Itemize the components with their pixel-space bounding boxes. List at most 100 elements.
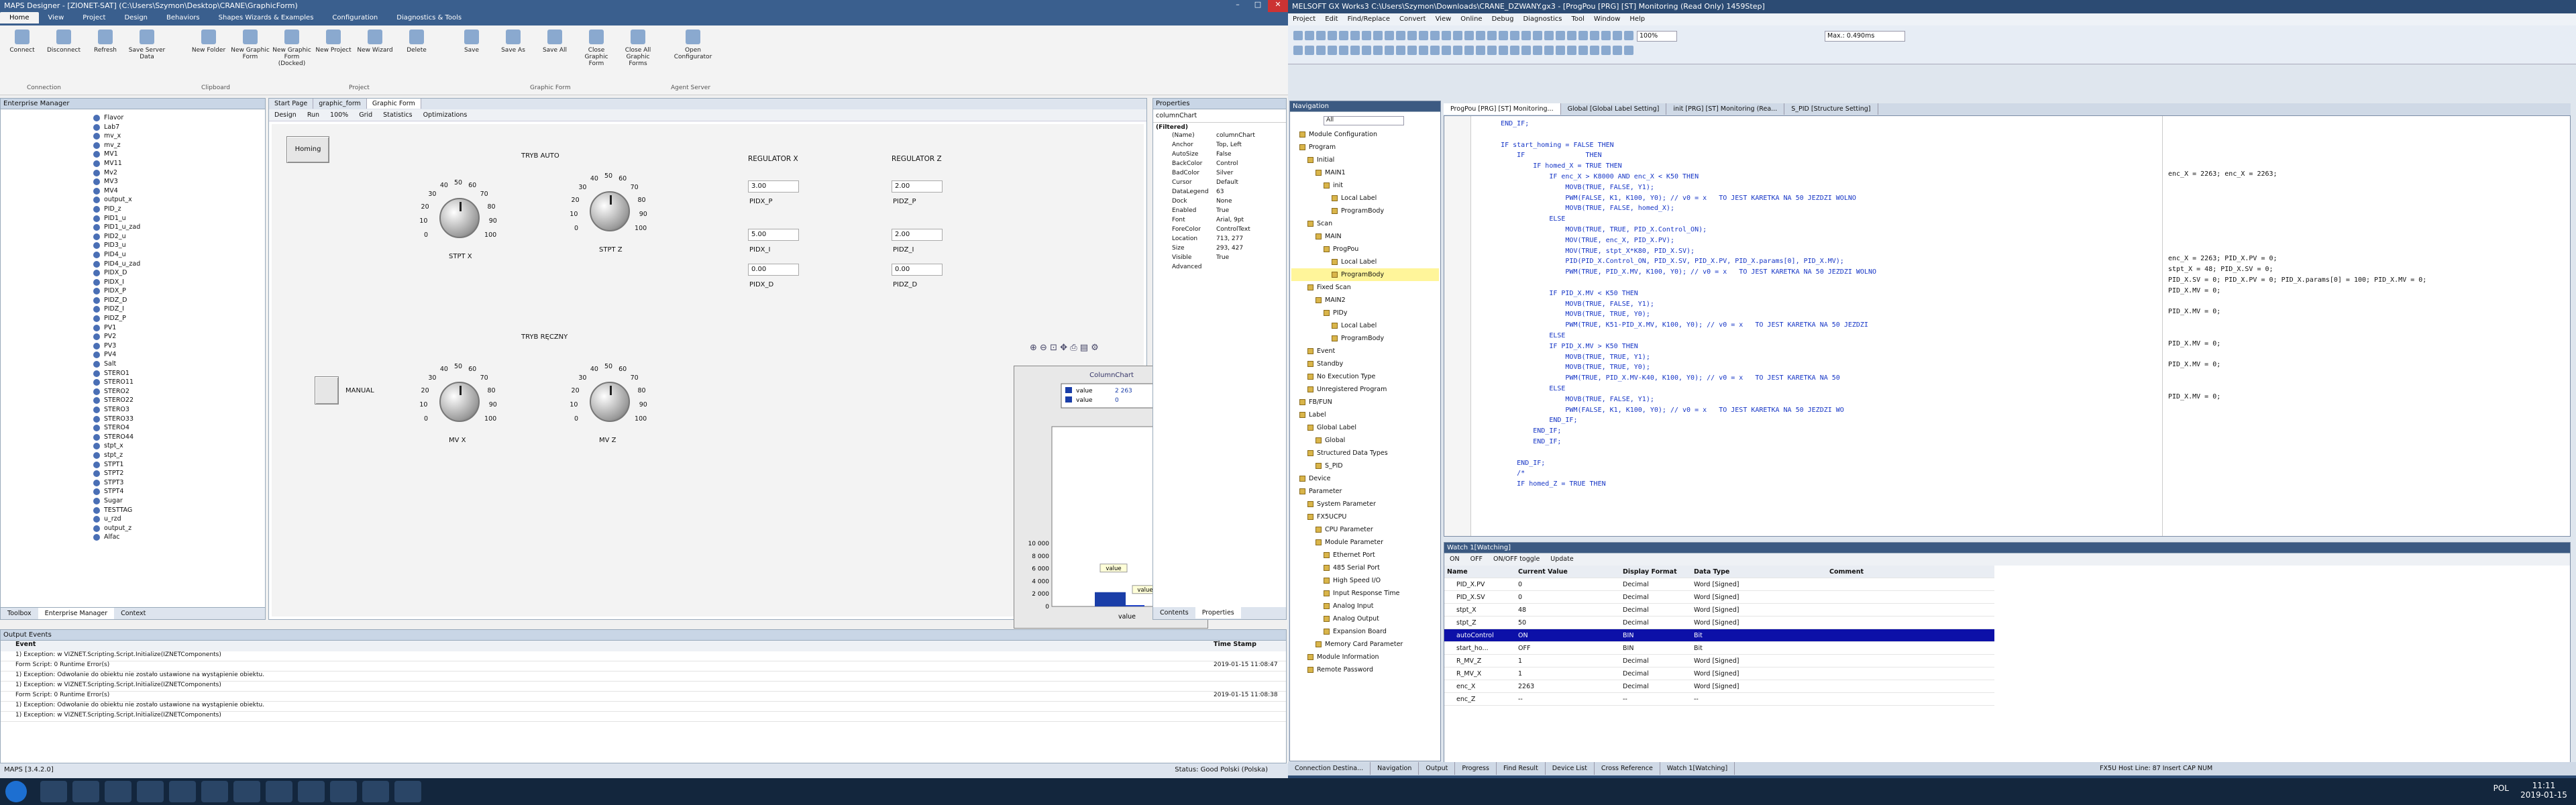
mv-z-knob[interactable] xyxy=(590,382,630,422)
tree-item[interactable]: PID1_u_zad xyxy=(3,223,258,232)
properties-tab[interactable]: Contents xyxy=(1153,607,1195,619)
toolbar-icon[interactable] xyxy=(1316,31,1326,40)
toolbar-icon[interactable] xyxy=(1362,31,1371,40)
toolbar-icon[interactable] xyxy=(1419,46,1428,55)
maximize-button[interactable]: □ xyxy=(1248,0,1268,12)
tree-item[interactable]: PV2 xyxy=(3,332,258,341)
nav-tree-item[interactable]: CPU Parameter xyxy=(1291,523,1439,536)
ribbon-button[interactable]: New Graphic Form (Docked) xyxy=(272,30,311,67)
zoom-in-icon[interactable]: ⊕ xyxy=(1030,343,1037,353)
editor-tab[interactable]: S_PID [Structure Setting] xyxy=(1784,103,1878,115)
toolbar-icon[interactable] xyxy=(1533,46,1542,55)
ribbon-button[interactable]: Save As xyxy=(494,30,533,54)
toolbar-icon[interactable] xyxy=(1305,31,1314,40)
tree-item[interactable]: u_rzd xyxy=(3,515,258,524)
app-icon[interactable] xyxy=(394,781,421,802)
nav-tree-item[interactable]: System Parameter xyxy=(1291,498,1439,511)
tree-item[interactable]: Mv2 xyxy=(3,168,258,178)
ribbon-tab[interactable]: Diagnostics & Tools xyxy=(387,12,471,23)
tree-item[interactable]: PV4 xyxy=(3,350,258,360)
nav-tree-item[interactable]: 485 Serial Port xyxy=(1291,561,1439,574)
toolbar-icon[interactable] xyxy=(1350,46,1360,55)
menu-item[interactable]: Project xyxy=(1288,13,1320,25)
ribbon-tab[interactable]: Behaviors xyxy=(157,12,209,23)
nav-tree-item[interactable]: Global Label xyxy=(1291,421,1439,434)
nav-tree-item[interactable]: MAIN1 xyxy=(1291,166,1439,179)
property-row[interactable]: Location 713, 277 xyxy=(1153,235,1286,245)
tree-item[interactable]: MV4 xyxy=(3,186,258,196)
nav-tree-item[interactable]: Ethernet Port xyxy=(1291,549,1439,561)
toolbar-icon[interactable] xyxy=(1556,46,1565,55)
ribbon-button[interactable]: Save All xyxy=(535,30,574,54)
toolbar-icon[interactable] xyxy=(1293,31,1303,40)
menu-item[interactable]: Help xyxy=(1625,13,1650,25)
app-icon[interactable] xyxy=(298,781,325,802)
watch-tool[interactable]: ON xyxy=(1444,553,1465,565)
document-tab[interactable]: Start Page xyxy=(269,99,314,109)
em-tab[interactable]: Context xyxy=(114,608,152,619)
nav-tree-item[interactable]: PIDy xyxy=(1291,307,1439,319)
menu-item[interactable]: Debug xyxy=(1487,13,1519,25)
editor-tab[interactable]: Global [Global Label Setting] xyxy=(1561,103,1667,115)
pidz-p-input[interactable]: 2.00 xyxy=(892,180,943,193)
toolbar-icon[interactable] xyxy=(1476,46,1485,55)
ribbon-button[interactable]: New Wizard xyxy=(356,30,394,54)
zoom-fit-icon[interactable]: ⊡ xyxy=(1050,343,1057,353)
property-row[interactable]: BadColor Silver xyxy=(1153,170,1286,179)
ribbon-button[interactable]: Disconnect xyxy=(44,30,83,54)
em-tab[interactable]: Toolbox xyxy=(1,608,38,619)
app-icon[interactable] xyxy=(137,781,164,802)
toolbar-icon[interactable] xyxy=(1510,46,1519,55)
app-icon[interactable] xyxy=(330,781,357,802)
property-row[interactable]: (Name) columnChart xyxy=(1153,132,1286,142)
tree-item[interactable]: Sugar xyxy=(3,496,258,506)
menu-item[interactable]: View xyxy=(1431,13,1456,25)
nav-tree-item[interactable]: S_PID xyxy=(1291,460,1439,472)
clock[interactable]: 11:11 2019-01-15 xyxy=(2517,781,2571,800)
tree-item[interactable]: PIDX_P xyxy=(3,286,258,296)
tree-item[interactable]: mv_z xyxy=(3,141,258,150)
tree-item[interactable]: PID3_u xyxy=(3,241,258,250)
nav-tree-item[interactable]: FB/FUN xyxy=(1291,396,1439,409)
watch-row[interactable]: PID_X.PV 0 Decimal Word [Signed] xyxy=(1444,578,1994,591)
toolbar-icon[interactable] xyxy=(1385,46,1394,55)
watch-row[interactable]: start_ho... OFF BIN Bit xyxy=(1444,642,1994,655)
stpt-z-knob[interactable] xyxy=(590,191,630,231)
zoom-select[interactable]: 100% xyxy=(1637,31,1677,42)
bottom-tab[interactable]: Find Result xyxy=(1497,762,1546,775)
toolbar-icon[interactable] xyxy=(1544,46,1554,55)
ribbon-button[interactable]: Save xyxy=(452,30,491,54)
pidx-i-input[interactable]: 5.00 xyxy=(748,229,799,241)
tree-item[interactable]: mv_x xyxy=(3,131,258,141)
pidz-i-input[interactable]: 2.00 xyxy=(892,229,943,241)
toolbar-icon[interactable] xyxy=(1499,31,1508,40)
toolbar-icon[interactable] xyxy=(1578,31,1588,40)
toolbar-icon[interactable] xyxy=(1339,31,1348,40)
mv-x-knob[interactable] xyxy=(439,382,480,422)
toolbar-icon[interactable] xyxy=(1476,31,1485,40)
tree-item[interactable]: STERO4 xyxy=(3,423,258,433)
watch-row[interactable]: enc_X 2263 Decimal Word [Signed] xyxy=(1444,680,1994,693)
bottom-tab[interactable]: Device List xyxy=(1546,762,1595,775)
nav-tree-item[interactable]: Analog Output xyxy=(1291,612,1439,625)
property-row[interactable]: Anchor Top, Left xyxy=(1153,142,1286,151)
menu-item[interactable]: Window xyxy=(1589,13,1625,25)
toolbar-icon[interactable] xyxy=(1624,46,1633,55)
editor-tab[interactable]: init [PRG] [ST] Monitoring (Rea... xyxy=(1666,103,1785,115)
property-row[interactable]: Font Arial, 9pt xyxy=(1153,217,1286,226)
watch-row[interactable]: enc_Z -- -- -- xyxy=(1444,693,1994,706)
toolbar-item[interactable]: Statistics xyxy=(383,111,412,119)
nav-tree-item[interactable]: High Speed I/O xyxy=(1291,574,1439,587)
watch-row[interactable]: R_MV_X 1 Decimal Word [Signed] xyxy=(1444,667,1994,680)
nav-tree-item[interactable]: init xyxy=(1291,179,1439,192)
tree-item[interactable]: STERO1 xyxy=(3,369,258,378)
nav-tree-item[interactable]: ProgPou xyxy=(1291,243,1439,256)
save-icon[interactable]: ▤ xyxy=(1080,343,1088,353)
toolbar-icon[interactable] xyxy=(1453,31,1462,40)
windows-start-icon[interactable] xyxy=(5,781,27,802)
property-row[interactable]: Dock None xyxy=(1153,198,1286,207)
nav-tree-item[interactable]: Scan xyxy=(1291,217,1439,230)
toolbar-icon[interactable] xyxy=(1328,46,1337,55)
output-row[interactable]: 1) Exception: w VIZNET.Scripting.Script.… xyxy=(1,682,1286,692)
toolbar-icon[interactable] xyxy=(1510,31,1519,40)
